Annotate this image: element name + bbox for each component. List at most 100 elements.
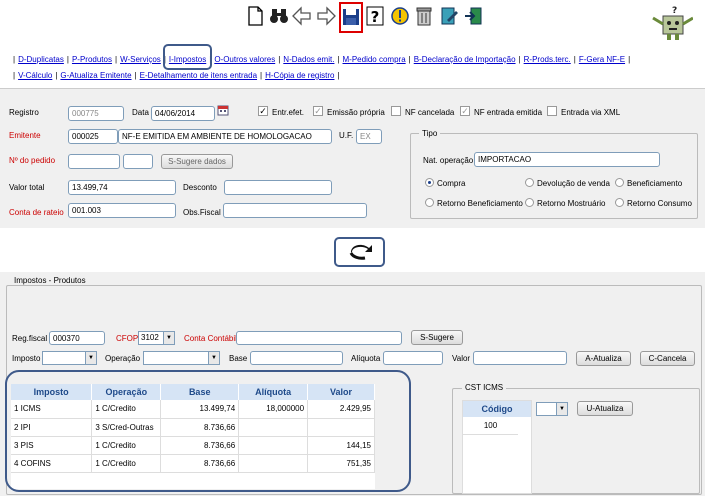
menu-dados-emit[interactable]: N-Dados emit.	[283, 55, 334, 64]
radio-beneficiamento[interactable]	[615, 178, 624, 187]
menu-prods-terc[interactable]: R-Prods.terc.	[524, 55, 571, 64]
menu-detalhamento-itens[interactable]: E-Detalhamento de itens entrada	[140, 71, 257, 80]
return-button[interactable]	[334, 237, 385, 267]
chevron-down-icon: ▼	[208, 352, 219, 364]
menu-servicos[interactable]: W-Serviços	[120, 55, 161, 64]
chevron-down-icon: ▼	[163, 332, 174, 344]
uf-label: U.F.	[339, 131, 354, 140]
trash-icon[interactable]	[413, 5, 435, 27]
radio-retorno-mostruario-label: Retorno Mostruário	[537, 199, 606, 208]
valor-label: Valor	[452, 354, 471, 363]
obs-fiscal-field[interactable]	[223, 203, 367, 218]
conta-rateio-field[interactable]: 001.003	[68, 203, 176, 218]
menu-outros-valores[interactable]: O-Outros valores	[214, 55, 275, 64]
save-icon[interactable]	[340, 6, 362, 28]
menu-copia-registro[interactable]: H-Cópia de registro	[265, 71, 334, 80]
base-field[interactable]	[250, 351, 343, 365]
edit-icon[interactable]	[438, 5, 460, 27]
menu-declaracao-importacao[interactable]: B-Declaração de Importação	[414, 55, 516, 64]
conta-contabil-label: Conta Contábil	[184, 334, 237, 343]
aliquota-label: Alíquota	[351, 354, 381, 363]
radio-devolucao-venda-label: Devolução de venda	[537, 179, 610, 188]
menu-pedido-compra[interactable]: M-Pedido compra	[343, 55, 406, 64]
cst-col-codigo[interactable]: Código	[463, 401, 531, 417]
menu-gera-nfe[interactable]: F-Gera NF-E	[579, 55, 625, 64]
menu-duplicatas[interactable]: D-Duplicatas	[18, 55, 64, 64]
assistant-mascot-icon: ?	[645, 4, 694, 42]
obs-fiscal-label: Obs.Fiscal	[183, 208, 221, 217]
radio-retorno-beneficiamento[interactable]	[425, 198, 434, 207]
radio-retorno-consumo[interactable]	[615, 198, 624, 207]
conta-contabil-field[interactable]	[236, 331, 402, 345]
uf-field[interactable]: EX	[356, 129, 382, 144]
valor-total-label: Valor total	[9, 183, 45, 192]
nat-operacao-field[interactable]: IMPORTACAO	[474, 152, 660, 167]
data-field[interactable]: 04/06/2014	[151, 106, 215, 121]
emitente-code-field[interactable]: 000025	[68, 129, 118, 144]
calendar-icon[interactable]	[217, 104, 229, 116]
new-document-icon[interactable]	[244, 5, 266, 27]
chevron-down-icon: ▼	[85, 352, 96, 364]
entrada-via-xml-checkbox[interactable]	[547, 106, 557, 116]
impostos-highlight	[163, 44, 212, 70]
desconto-label: Desconto	[183, 183, 217, 192]
registro-label: Registro	[9, 108, 39, 117]
operacao-select[interactable]: ▼	[143, 351, 220, 365]
menu-calculo[interactable]: V-Cálculo	[18, 71, 52, 80]
svg-text:?: ?	[672, 6, 677, 16]
cst-atualiza-button[interactable]: U-Atualiza	[577, 401, 633, 416]
valor-total-field[interactable]: 13.499,74	[68, 180, 176, 195]
exit-icon[interactable]	[463, 5, 485, 27]
help-icon[interactable]: ?	[364, 5, 386, 27]
arrow-left-icon[interactable]	[291, 5, 313, 27]
reg-fiscal-field[interactable]: 000370	[49, 331, 105, 345]
radio-retorno-consumo-label: Retorno Consumo	[627, 199, 692, 208]
cfop-select[interactable]: 3102 ▼	[138, 331, 175, 345]
cst-select[interactable]: ▼	[536, 402, 568, 416]
warning-icon[interactable]	[389, 5, 411, 27]
cfop-label: CFOP	[116, 334, 139, 343]
radio-beneficiamento-label: Beneficiamento	[627, 179, 683, 188]
cancela-button[interactable]: C-Cancela	[640, 351, 695, 366]
imposto-label: Imposto	[12, 354, 41, 363]
emitente-name-field[interactable]: NF-E EMITIDA EM AMBIENTE DE HOMOLOGACAO	[118, 129, 332, 144]
pedido-item-field[interactable]	[123, 154, 153, 169]
entr-efet-label: Entr.efet.	[272, 108, 305, 117]
operacao-label: Operação	[105, 354, 141, 363]
menu-produtos[interactable]: P-Produtos	[72, 55, 112, 64]
emissao-propria-checkbox[interactable]: ✓	[313, 106, 323, 116]
radio-retorno-mostruario[interactable]	[525, 198, 534, 207]
registro-field[interactable]: 000775	[68, 106, 124, 121]
svg-text:?: ?	[371, 8, 380, 26]
menu-atualiza-emitente[interactable]: G-Atualiza Emitente	[60, 71, 131, 80]
radio-devolucao-venda[interactable]	[525, 178, 534, 187]
radio-compra-label: Compra	[437, 179, 466, 188]
arrow-right-icon[interactable]	[315, 5, 337, 27]
menu-row-1: | D-Duplicatas | P-Produtos | W-Serviços | I-Im…	[13, 55, 631, 64]
impostos-title: Impostos - Produtos	[11, 276, 89, 285]
base-label: Base	[229, 354, 248, 363]
imposto-select[interactable]: ▼	[42, 351, 97, 365]
nf-cancelada-checkbox[interactable]	[391, 106, 401, 116]
conta-rateio-label: Conta de rateio	[9, 208, 64, 217]
aliquota-field[interactable]	[383, 351, 443, 365]
pedido-field[interactable]	[68, 154, 120, 169]
reg-fiscal-label: Reg.fiscal	[12, 334, 48, 343]
entr-efet-checkbox[interactable]: ✓	[258, 106, 268, 116]
nf-entrada-emitida-label: NF entrada emitida	[474, 108, 543, 117]
cst-title: CST ICMS	[462, 383, 507, 392]
sugere-button[interactable]: S-Sugere	[411, 330, 463, 345]
table-highlight	[5, 370, 411, 492]
cst-row-value[interactable]: 100	[463, 417, 518, 435]
sugere-dados-button[interactable]: S-Sugere dados	[161, 154, 233, 169]
menu-row-2: | V-Cálculo | G-Atualiza Emitente | E-Detalha…	[13, 71, 340, 80]
chevron-down-icon: ▼	[556, 403, 567, 415]
tipo-title: Tipo	[419, 129, 441, 138]
nf-cancelada-label: NF cancelada	[405, 108, 455, 117]
binoculars-icon[interactable]	[268, 5, 290, 27]
radio-compra[interactable]	[425, 178, 434, 187]
nf-entrada-emitida-checkbox[interactable]: ✓	[460, 106, 470, 116]
atualiza-button[interactable]: A-Atualiza	[576, 351, 631, 366]
desconto-field[interactable]	[224, 180, 332, 195]
valor-field[interactable]	[473, 351, 567, 365]
